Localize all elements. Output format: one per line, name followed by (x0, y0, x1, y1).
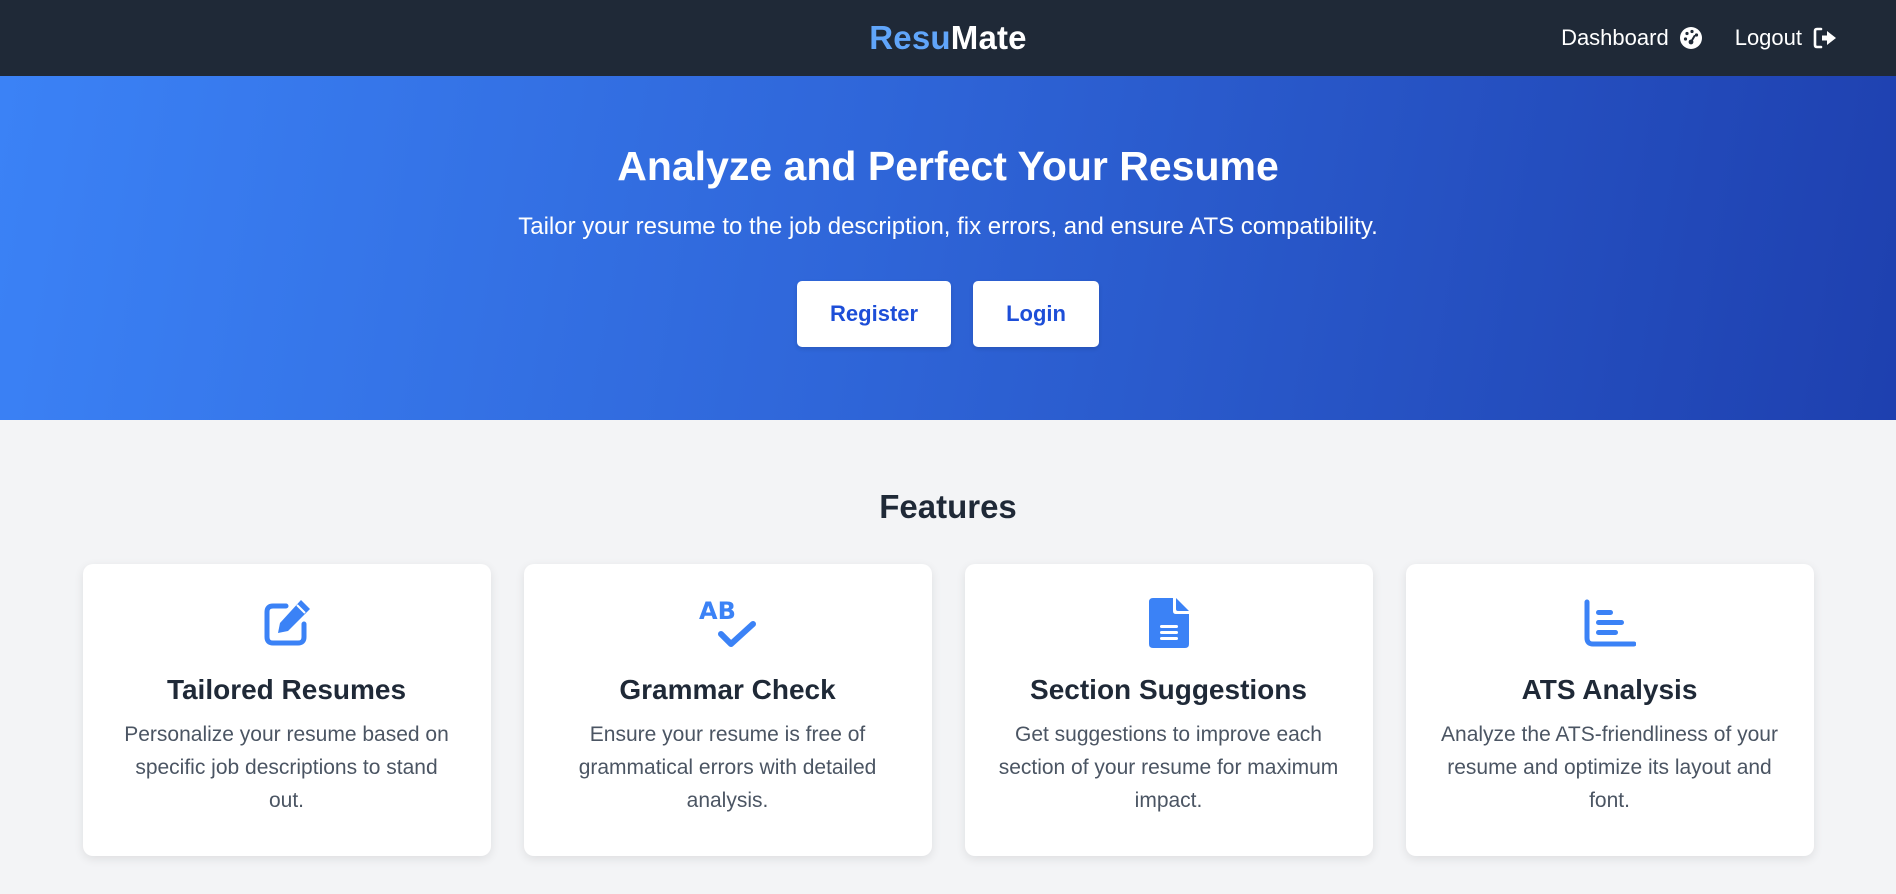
svg-text:AB: AB (699, 597, 736, 625)
logo[interactable]: ResuMate (869, 19, 1027, 57)
feature-card-grammar-check: AB Grammar Check Ensure your resume is f… (523, 564, 932, 856)
nav-logout-link[interactable]: Logout (1735, 25, 1838, 51)
features-heading: Features (879, 488, 1017, 525)
dashboard-gauge-icon (1679, 26, 1703, 50)
feature-title: Tailored Resumes (166, 674, 407, 705)
feature-description: Personalize your resume based on specifi… (124, 723, 449, 812)
feature-card-ats-analysis: ATS Analysis Analyze the ATS-friendlines… (1405, 564, 1814, 856)
nav-logout-label: Logout (1734, 25, 1802, 50)
feature-cards: Tailored Resumes Personalize your resume… (0, 564, 1896, 856)
spell-check-icon: AB (524, 596, 932, 650)
feature-description: Analyze the ATS-friendliness of your res… (1441, 723, 1778, 812)
feature-card-section-suggestions: Section Suggestions Get suggestions to i… (964, 564, 1373, 856)
logout-icon (1812, 26, 1838, 50)
file-icon (965, 596, 1373, 650)
feature-description: Get suggestions to improve each section … (998, 723, 1339, 812)
logo-part-resu: Resu (869, 19, 951, 56)
bar-chart-icon (1406, 596, 1814, 650)
hero-subtitle: Tailor your resume to the job descriptio… (518, 213, 1378, 241)
register-button[interactable]: Register (797, 281, 952, 348)
logo-part-mate: Mate (950, 19, 1027, 56)
nav-links: Dashboard Logout (1561, 0, 1838, 76)
nav-dashboard-link[interactable]: Dashboard (1561, 25, 1703, 51)
features-section: Features Tailored Resumes Personalize yo… (0, 420, 1896, 856)
feature-description: Ensure your resume is free of grammatica… (578, 723, 877, 812)
navbar: ResuMate Dashboard Logout (0, 0, 1896, 76)
edit-icon (83, 596, 491, 650)
hero-buttons: Register Login (0, 281, 1896, 348)
feature-title: ATS Analysis (1521, 674, 1698, 705)
hero-section: Analyze and Perfect Your Resume Tailor y… (0, 76, 1896, 420)
nav-dashboard-label: Dashboard (1561, 25, 1669, 50)
feature-title: Grammar Check (619, 674, 836, 705)
hero-title: Analyze and Perfect Your Resume (617, 143, 1279, 189)
feature-card-tailored-resumes: Tailored Resumes Personalize your resume… (82, 564, 491, 856)
login-button[interactable]: Login (973, 281, 1099, 348)
feature-title: Section Suggestions (1030, 674, 1307, 705)
